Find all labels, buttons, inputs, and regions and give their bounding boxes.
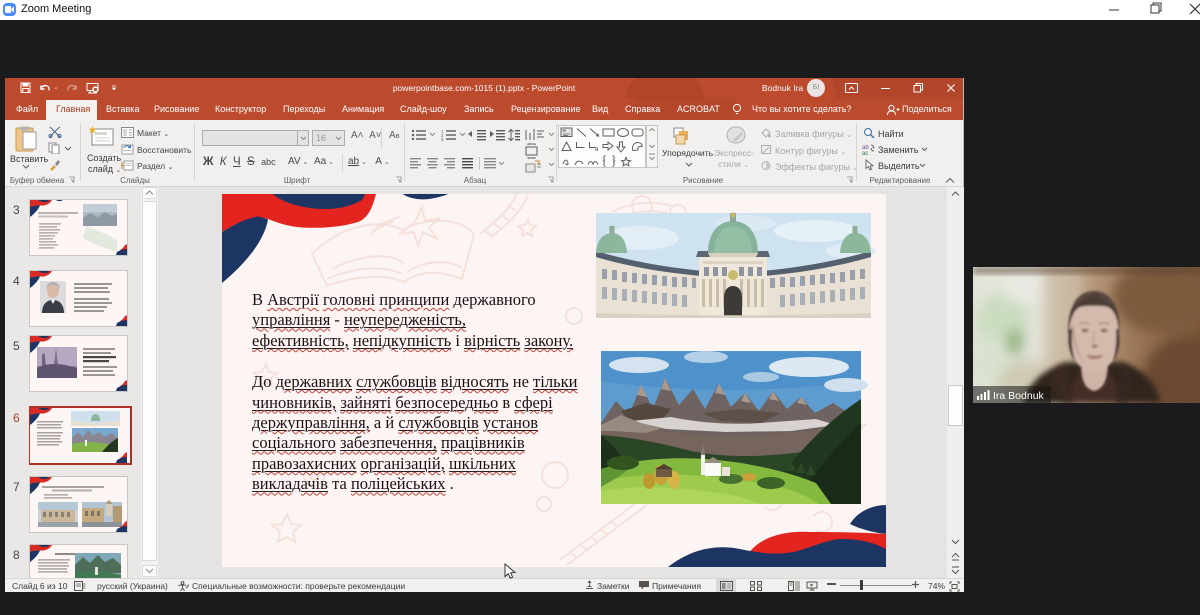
svg-text:ac: ac [862, 151, 868, 155]
svg-text:3: 3 [441, 137, 444, 142]
